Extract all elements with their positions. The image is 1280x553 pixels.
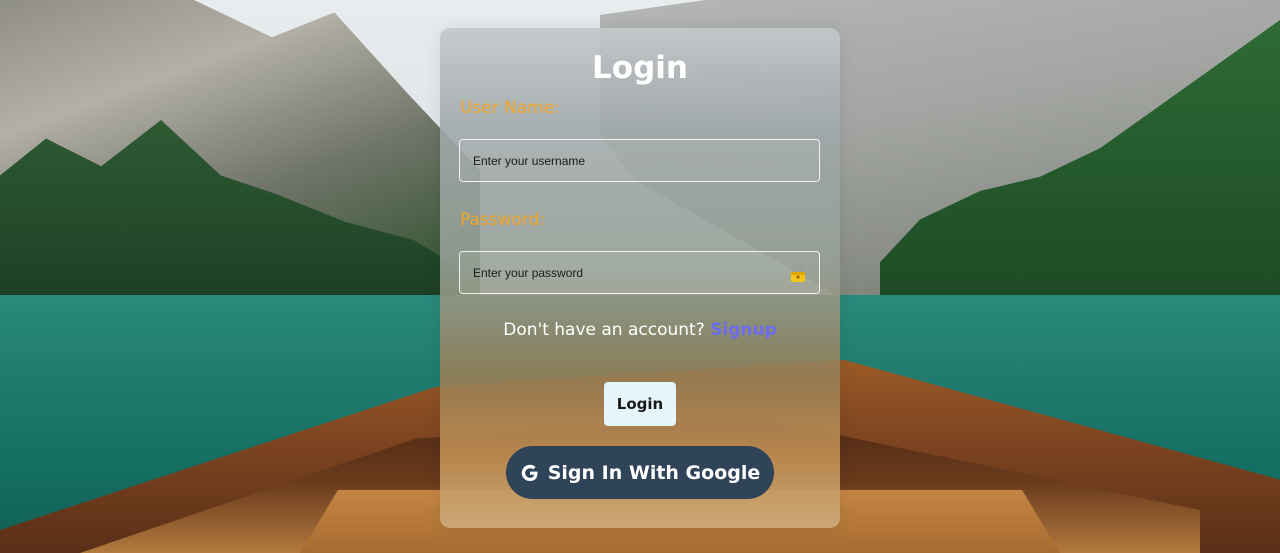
lock-icon[interactable] xyxy=(790,264,806,282)
signup-prompt-text: Don't have an account? xyxy=(503,320,705,340)
google-sign-in-button[interactable]: Sign In With Google xyxy=(506,446,774,499)
username-field-wrapper xyxy=(459,139,820,182)
signup-prompt: Don't have an account? Signup xyxy=(440,320,840,340)
google-g-icon xyxy=(520,463,540,483)
signup-link[interactable]: Signup xyxy=(710,320,777,340)
google-button-label: Sign In With Google xyxy=(547,461,761,484)
username-label: User Name: xyxy=(460,98,561,118)
username-input[interactable] xyxy=(460,140,819,181)
password-label: Password: xyxy=(460,210,546,230)
password-input[interactable] xyxy=(460,252,819,293)
login-title: Login xyxy=(592,50,688,86)
page-background: Login User Name: Password: Don't have an… xyxy=(0,0,1280,553)
login-button[interactable]: Login xyxy=(604,382,676,426)
password-field-wrapper xyxy=(459,251,820,294)
login-card: Login User Name: Password: Don't have an… xyxy=(440,28,840,528)
